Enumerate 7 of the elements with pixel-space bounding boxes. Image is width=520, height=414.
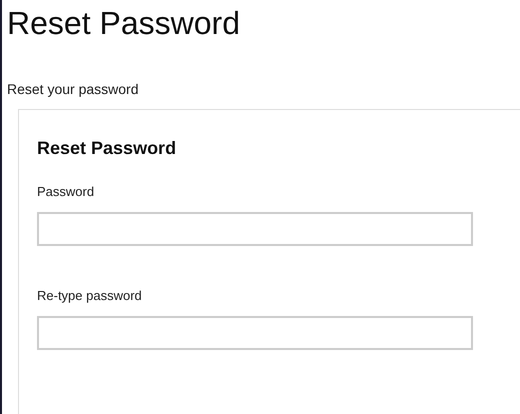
page-subtitle: Reset your password — [7, 80, 139, 98]
password-field[interactable] — [37, 316, 473, 350]
field-label: Password — [37, 184, 94, 200]
page-title: Reset Password — [7, 4, 240, 42]
password-field[interactable] — [37, 212, 473, 246]
form-title: Reset Password — [37, 137, 176, 159]
field-label: Re-type password — [37, 288, 142, 304]
